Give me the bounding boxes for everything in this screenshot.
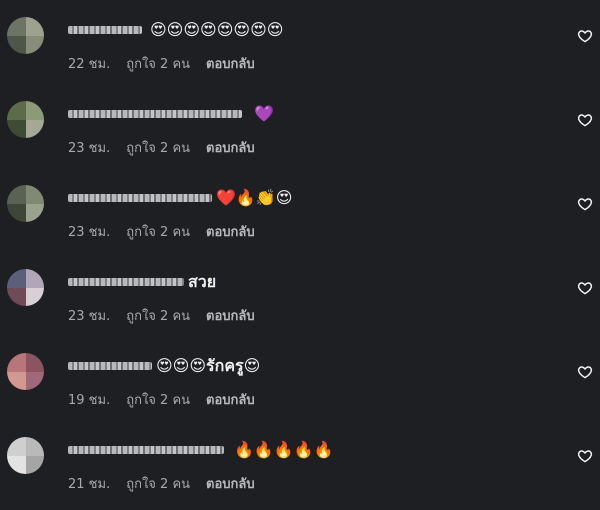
comment-item: ❤️🔥👏😍 23 ชม. ถูกใจ 2 คน ตอบกลับ <box>0 174 600 258</box>
heart-icon[interactable] <box>577 448 593 464</box>
comment-meta: 22 ชม. ถูกใจ 2 คน ตอบกลับ <box>68 53 271 74</box>
comment-timestamp: 23 ชม. <box>68 141 111 156</box>
avatar[interactable] <box>7 353 44 390</box>
heart-icon[interactable] <box>577 196 593 212</box>
comment-timestamp: 19 ชม. <box>68 393 111 408</box>
comment-timestamp: 21 ชม. <box>68 477 111 492</box>
comment-text: 😍😍😍รักครู😍 <box>156 356 261 375</box>
like-count-link[interactable]: ถูกใจ 2 คน <box>126 225 190 240</box>
avatar[interactable] <box>7 101 44 138</box>
username-blurred[interactable] <box>68 107 242 121</box>
reply-button[interactable]: ตอบกลับ <box>206 309 255 324</box>
username-blurred[interactable] <box>68 359 152 373</box>
reply-button[interactable]: ตอบกลับ <box>206 393 255 408</box>
comment-item: 😍😍😍รักครู😍 19 ชม. ถูกใจ 2 คน ตอบกลับ <box>0 342 600 426</box>
comment-item: 😍😍😍😍😍😍😍😍 22 ชม. ถูกใจ 2 คน ตอบกลับ <box>0 6 600 90</box>
comment-meta: 23 ชม. ถูกใจ 2 คน ตอบกลับ <box>68 137 271 158</box>
comment-meta: 23 ชม. ถูกใจ 2 คน ตอบกลับ <box>68 305 271 326</box>
reply-button[interactable]: ตอบกลับ <box>206 225 255 240</box>
comment-item: 💜 23 ชม. ถูกใจ 2 คน ตอบกลับ <box>0 90 600 174</box>
heart-icon[interactable] <box>577 28 593 44</box>
username-blurred[interactable] <box>68 275 184 289</box>
reply-button[interactable]: ตอบกลับ <box>206 141 255 156</box>
avatar[interactable] <box>7 185 44 222</box>
username-blurred[interactable] <box>68 191 212 205</box>
like-count-link[interactable]: ถูกใจ 2 คน <box>126 393 190 408</box>
comment-meta: 23 ชม. ถูกใจ 2 คน ตอบกลับ <box>68 221 271 242</box>
avatar[interactable] <box>7 437 44 474</box>
avatar[interactable] <box>7 17 44 54</box>
comment-text: สวย <box>188 272 217 291</box>
heart-icon[interactable] <box>577 112 593 128</box>
comment-text: 🔥🔥🔥🔥🔥 <box>234 440 334 459</box>
like-count-link[interactable]: ถูกใจ 2 คน <box>126 309 190 324</box>
like-count-link[interactable]: ถูกใจ 2 คน <box>126 57 190 72</box>
comment-item: สวย 23 ชม. ถูกใจ 2 คน ตอบกลับ <box>0 258 600 342</box>
heart-icon[interactable] <box>577 280 593 296</box>
reply-button[interactable]: ตอบกลับ <box>206 477 255 492</box>
comment-text: ❤️🔥👏😍 <box>216 188 293 207</box>
comment-item: 🔥🔥🔥🔥🔥 21 ชม. ถูกใจ 2 คน ตอบกลับ <box>0 426 600 510</box>
like-count-link[interactable]: ถูกใจ 2 คน <box>126 141 190 156</box>
username-blurred[interactable] <box>68 23 142 37</box>
comment-meta: 21 ชม. ถูกใจ 2 คน ตอบกลับ <box>68 473 271 494</box>
comment-meta: 19 ชม. ถูกใจ 2 คน ตอบกลับ <box>68 389 271 410</box>
username-blurred[interactable] <box>68 443 224 457</box>
comment-timestamp: 23 ชม. <box>68 225 111 240</box>
comment-text: 😍😍😍😍😍😍😍😍 <box>150 20 284 39</box>
comment-timestamp: 22 ชม. <box>68 57 111 72</box>
avatar[interactable] <box>7 269 44 306</box>
like-count-link[interactable]: ถูกใจ 2 คน <box>126 477 190 492</box>
reply-button[interactable]: ตอบกลับ <box>206 57 255 72</box>
comment-text: 💜 <box>254 104 274 123</box>
heart-icon[interactable] <box>577 364 593 380</box>
comment-timestamp: 23 ชม. <box>68 309 111 324</box>
comment-list: 😍😍😍😍😍😍😍😍 22 ชม. ถูกใจ 2 คน ตอบกลับ 💜 23 ชม. ถู… <box>0 0 600 507</box>
